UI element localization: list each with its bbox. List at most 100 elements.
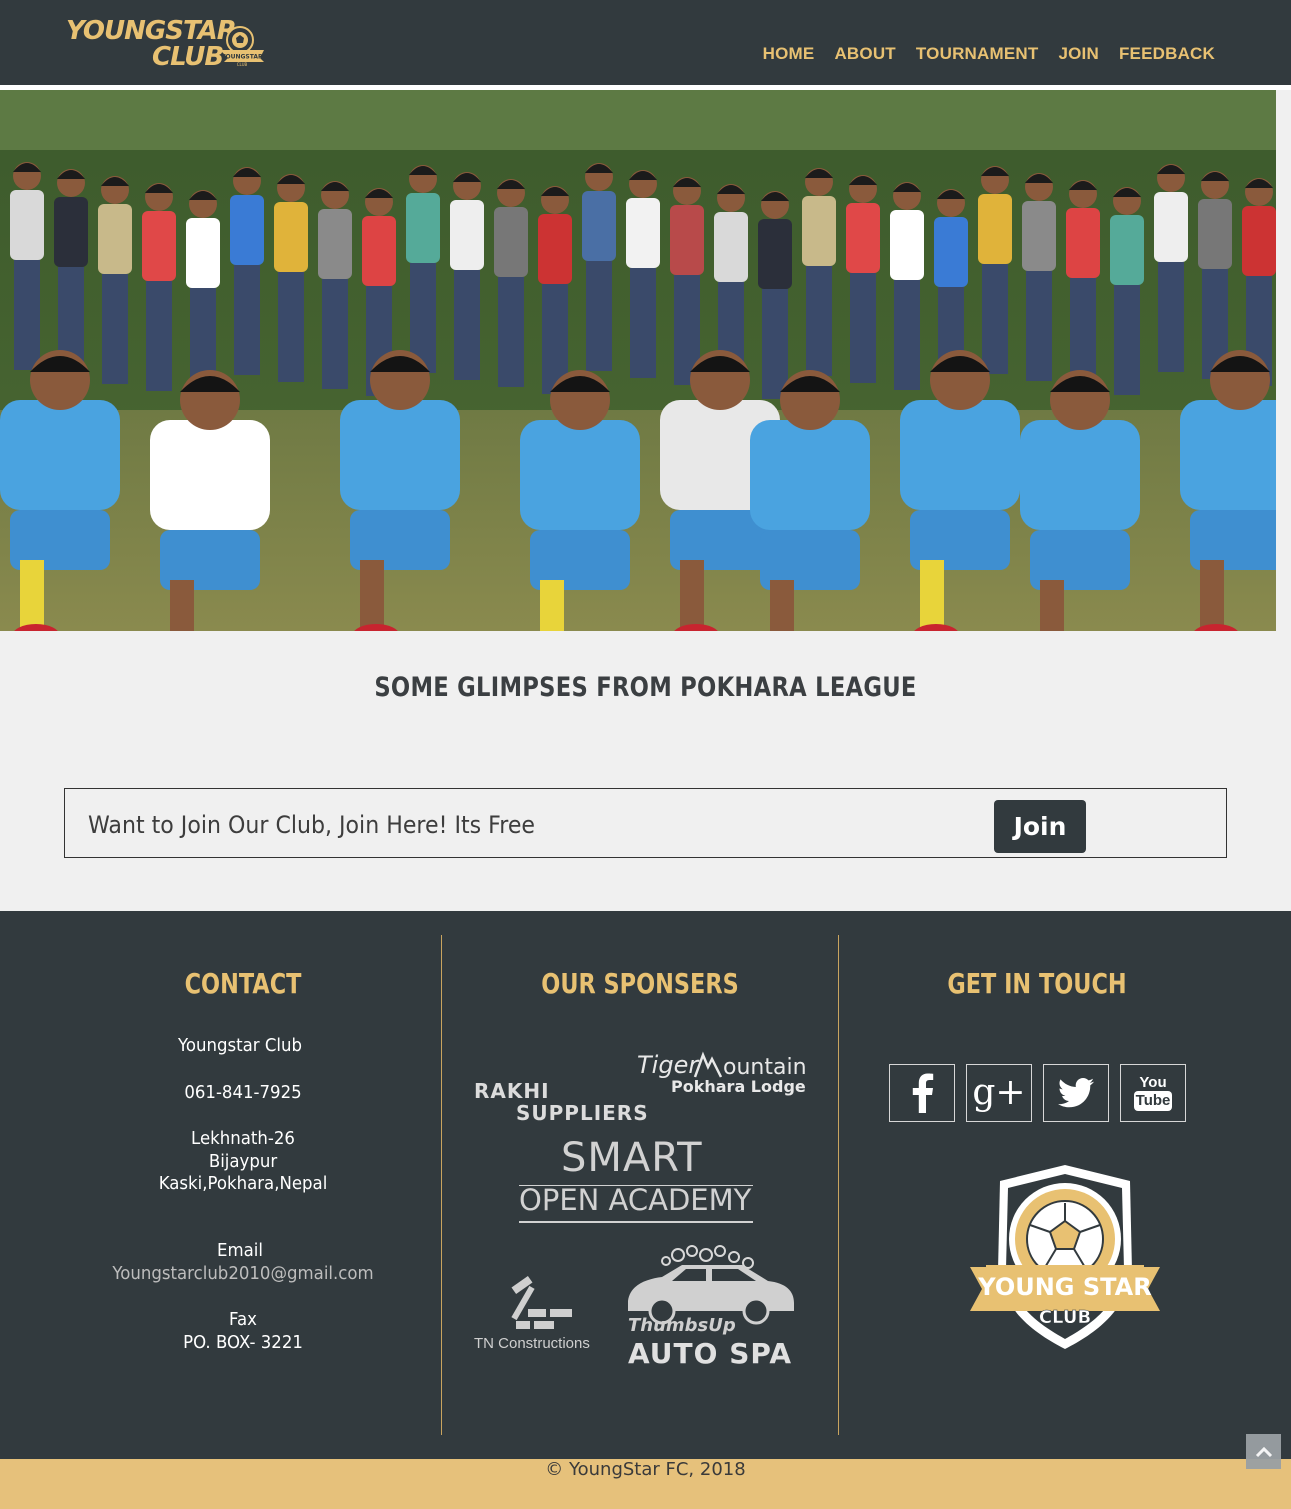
- sponsor-tiger-text: Tiger: [637, 1051, 699, 1079]
- crowd-person-shirt: [802, 196, 836, 266]
- logo-text-line2: CLUB: [152, 42, 224, 72]
- crowd-person-legs: [806, 266, 832, 376]
- scroll-to-top-button[interactable]: [1246, 1434, 1281, 1469]
- nav-about[interactable]: ABOUT: [834, 44, 895, 64]
- get-in-touch-title: GET IN TOUCH: [947, 967, 1127, 1000]
- crowd-person-shirt: [142, 211, 176, 281]
- player-leg: [540, 580, 564, 631]
- crowd-person-shirt: [1154, 192, 1188, 262]
- google-plus-link[interactable]: g+: [966, 1064, 1032, 1122]
- contact-fax-label: Fax: [229, 1309, 257, 1330]
- crowd-person-shirt: [538, 214, 572, 284]
- contact-address-line1: Lekhnath-26: [191, 1128, 295, 1149]
- crowd-person-legs: [322, 279, 348, 389]
- sponsor-tn-constructions-logo[interactable]: TN Constructions: [474, 1275, 614, 1355]
- sponsor-suppliers-text: SUPPLIERS: [516, 1101, 649, 1125]
- crowd-person-shirt: [582, 191, 616, 261]
- facebook-icon: [912, 1073, 934, 1113]
- sponsor-academy-text: OPEN ACADEMY: [519, 1183, 752, 1217]
- player-leg: [920, 560, 944, 630]
- crowd-person-shirt: [10, 190, 44, 260]
- sponsor-smart-academy-logo[interactable]: SMART OPEN ACADEMY: [517, 1133, 757, 1225]
- player-jersey: [1020, 420, 1140, 530]
- crowd-person-legs: [454, 270, 480, 380]
- crowd-person-shirt: [934, 217, 968, 287]
- player-leg: [170, 580, 194, 631]
- crowd-person-shirt: [670, 205, 704, 275]
- crowd-person-shirt: [318, 209, 352, 279]
- crowd-person-shirt: [54, 197, 88, 267]
- sponsor-autospa-text: AUTO SPA: [628, 1337, 792, 1370]
- crest-title: YOUNG STAR: [977, 1273, 1151, 1301]
- contact-email-link[interactable]: Youngstarclub2010@gmail.com: [59, 1263, 427, 1284]
- player-jersey: [0, 400, 120, 510]
- crowd-person-shirt: [626, 198, 660, 268]
- crowd-person-legs: [982, 264, 1008, 374]
- contact-name: Youngstar Club: [177, 1035, 303, 1056]
- player-leg: [360, 560, 384, 630]
- youtube-icon-bottom: Tube: [1133, 1091, 1173, 1111]
- twitter-icon: [1058, 1078, 1094, 1108]
- facebook-link[interactable]: [889, 1064, 955, 1122]
- crowd-person-shirt: [758, 219, 792, 289]
- logo-badge-sub: CLUB: [237, 62, 248, 67]
- nav-join[interactable]: JOIN: [1058, 44, 1098, 64]
- crowd-person-legs: [1158, 262, 1184, 372]
- youtube-link[interactable]: You Tube: [1120, 1064, 1186, 1122]
- google-plus-icon: g+: [972, 1072, 1026, 1113]
- crowd-person-shirt: [714, 212, 748, 282]
- crowd-person-legs: [14, 260, 40, 370]
- nav-tournament[interactable]: TOURNAMENT: [916, 44, 1039, 64]
- footer-divider-left: [441, 935, 442, 1435]
- sponsor-pokhara-lodge-text: Pokhara Lodge: [671, 1077, 806, 1096]
- crowd-person-legs: [630, 268, 656, 378]
- sponsor-thumbsup-autospa-logo[interactable]: ThumbsUp AUTO SPA: [622, 1245, 812, 1370]
- contact-phone: 061-841-7925: [184, 1082, 302, 1103]
- player-jersey: [150, 420, 270, 530]
- hero-team-photo: [0, 90, 1276, 631]
- join-banner-text: Want to Join Our Club, Join Here! Its Fr…: [88, 811, 535, 839]
- crowd-person-shirt: [186, 218, 220, 288]
- footer: CONTACT Youngstar Club 061-841-7925 Lekh…: [0, 911, 1291, 1459]
- join-banner: Want to Join Our Club, Join Here! Its Fr…: [64, 788, 1227, 858]
- crowd-person-shirt: [890, 210, 924, 280]
- player-leg: [20, 560, 44, 630]
- crowd-person-legs: [850, 273, 876, 383]
- crowd-person-shirt: [1066, 208, 1100, 278]
- sponsor-tn-text: TN Constructions: [474, 1335, 590, 1352]
- crowd-person-shirt: [274, 202, 308, 272]
- club-crest-icon: ★★★ YOUNG STAR CLUB: [970, 1165, 1160, 1349]
- nav-home[interactable]: HOME: [763, 44, 815, 64]
- crowd-person-shirt: [362, 216, 396, 286]
- sponsor-rakhi-suppliers-logo[interactable]: RAKHI SUPPLIERS: [474, 1079, 674, 1129]
- crowd-person-legs: [146, 281, 172, 391]
- copyright-bar: © YoungStar FC, 2018: [0, 1459, 1291, 1509]
- twitter-link[interactable]: [1043, 1064, 1109, 1122]
- nav-feedback[interactable]: FEEDBACK: [1119, 44, 1215, 64]
- player-leg: [770, 580, 794, 631]
- club-logo[interactable]: YOUNGSTAR CLUB YOUNGSTAR CLUB: [66, 16, 266, 72]
- crest-subtitle: CLUB: [1039, 1307, 1091, 1328]
- sponsor-academy-rule: [519, 1221, 753, 1223]
- sponsor-smart-text: SMART: [561, 1135, 703, 1181]
- crowd-person-shirt: [846, 203, 880, 273]
- contact-title: CONTACT: [184, 967, 302, 1000]
- mountain-icon: [693, 1051, 723, 1078]
- contact-address-line3: Kaski,Pokhara,Nepal: [158, 1173, 328, 1194]
- crowd-person-shirt: [450, 200, 484, 270]
- contact-email-label: Email: [217, 1240, 263, 1261]
- top-navbar: YOUNGSTAR CLUB YOUNGSTAR CLUB HOME ABOUT…: [0, 0, 1291, 85]
- player-jersey: [340, 400, 460, 510]
- hero-right-gap: [1276, 90, 1291, 631]
- join-button[interactable]: Join: [994, 800, 1086, 853]
- player-jersey: [520, 420, 640, 530]
- player-jersey: [900, 400, 1020, 510]
- sponsors-title: OUR SPONSERS: [541, 967, 739, 1000]
- crowd-person-legs: [762, 289, 788, 399]
- crowd-person-legs: [278, 272, 304, 382]
- contact-address-line2: Bijaypur: [208, 1151, 278, 1172]
- crowd-person-shirt: [1198, 199, 1232, 269]
- crowd-person-legs: [894, 280, 920, 390]
- crest-stars: ★★★: [1052, 1257, 1079, 1268]
- crowd-person-shirt: [494, 207, 528, 277]
